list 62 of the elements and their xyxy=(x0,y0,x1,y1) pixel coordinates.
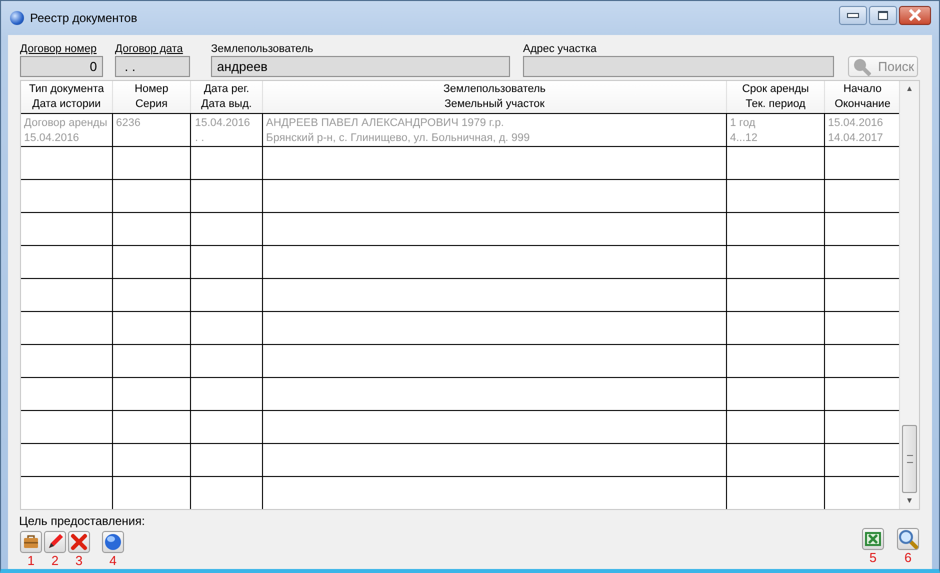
input-field[interactable]: андреев xyxy=(211,56,510,77)
table-cell xyxy=(191,410,263,443)
window-title: Реестр документов xyxy=(30,11,138,25)
table-cell xyxy=(191,278,263,311)
close-button[interactable] xyxy=(899,6,931,24)
table-cell xyxy=(191,146,263,179)
scroll-up-button[interactable]: ▲ xyxy=(900,81,919,97)
table-cell xyxy=(191,377,263,410)
table-cell xyxy=(191,443,263,476)
maximize-button[interactable] xyxy=(869,6,897,24)
toolbar-button[interactable] xyxy=(68,531,90,553)
column-header: Номер Серия xyxy=(113,81,191,113)
minimize-icon xyxy=(847,12,859,18)
annotation-number: 1 xyxy=(27,554,35,568)
annotation-number: 4 xyxy=(109,554,117,568)
table-cell xyxy=(191,311,263,344)
toolbar-button[interactable] xyxy=(862,528,884,550)
toolbar-button[interactable] xyxy=(20,531,42,553)
globe-icon xyxy=(104,533,122,551)
annotation-number: 6 xyxy=(904,551,912,565)
annotation-number: 2 xyxy=(51,554,59,568)
annotation-number: 3 xyxy=(75,554,83,568)
table-cell: 15.04.2016 . . xyxy=(191,113,263,146)
column-header: Срок аренды Тек. период xyxy=(727,81,825,113)
scrollbar-thumb[interactable] xyxy=(902,425,917,493)
table-cell xyxy=(191,344,263,377)
input-field[interactable]: . . xyxy=(115,56,190,77)
spreadsheet-icon xyxy=(864,530,882,548)
maximize-icon xyxy=(878,10,888,20)
search-icon xyxy=(853,58,871,76)
scroll-down-button[interactable]: ▼ xyxy=(900,493,919,509)
toolbar-button[interactable] xyxy=(44,531,66,553)
column-header: Дата рег. Дата выд. xyxy=(191,81,263,113)
globe-icon xyxy=(10,11,24,25)
table-cell: 1 год 4...12 xyxy=(727,113,825,146)
briefcase-icon xyxy=(23,534,39,550)
table-cell xyxy=(191,245,263,278)
input-field[interactable] xyxy=(523,56,834,77)
table-cell: Договор аренды 15.04.2016 xyxy=(21,113,113,146)
search-icon xyxy=(898,529,918,549)
table-cell xyxy=(191,212,263,245)
toolbar-button[interactable] xyxy=(897,528,919,550)
purpose-label: Цель предоставления: xyxy=(19,514,145,528)
cross-icon xyxy=(70,533,88,551)
column-header: Землепользователь Земельный участок xyxy=(263,81,727,113)
close-icon xyxy=(908,9,922,21)
field-label: Адрес участка xyxy=(523,43,598,55)
field-label: Землепользователь xyxy=(211,43,314,55)
table-cell: АНДРЕЕВ ПАВЕЛ АЛЕКСАНДРОВИЧ 1979 г.р. Брянский р-н, с. Глинищево, ул. Больничная, д. 999 xyxy=(263,113,727,146)
column-header: Начало Окончание xyxy=(825,81,899,113)
table-cell: 6236 xyxy=(113,113,191,146)
pencil-icon xyxy=(46,533,64,551)
toolbar-button[interactable] xyxy=(102,531,124,553)
scrollbar[interactable]: ▲ ▼ xyxy=(899,81,919,509)
table-cell xyxy=(191,476,263,509)
table-cell xyxy=(191,179,263,212)
minimize-button[interactable] xyxy=(839,6,867,24)
field-label: Договор номер xyxy=(20,43,98,55)
annotation-number: 5 xyxy=(869,551,877,565)
input-field[interactable]: 0 xyxy=(20,56,103,77)
column-header: Тип документа Дата истории xyxy=(21,81,113,113)
field-label: Договор дата xyxy=(115,43,184,55)
